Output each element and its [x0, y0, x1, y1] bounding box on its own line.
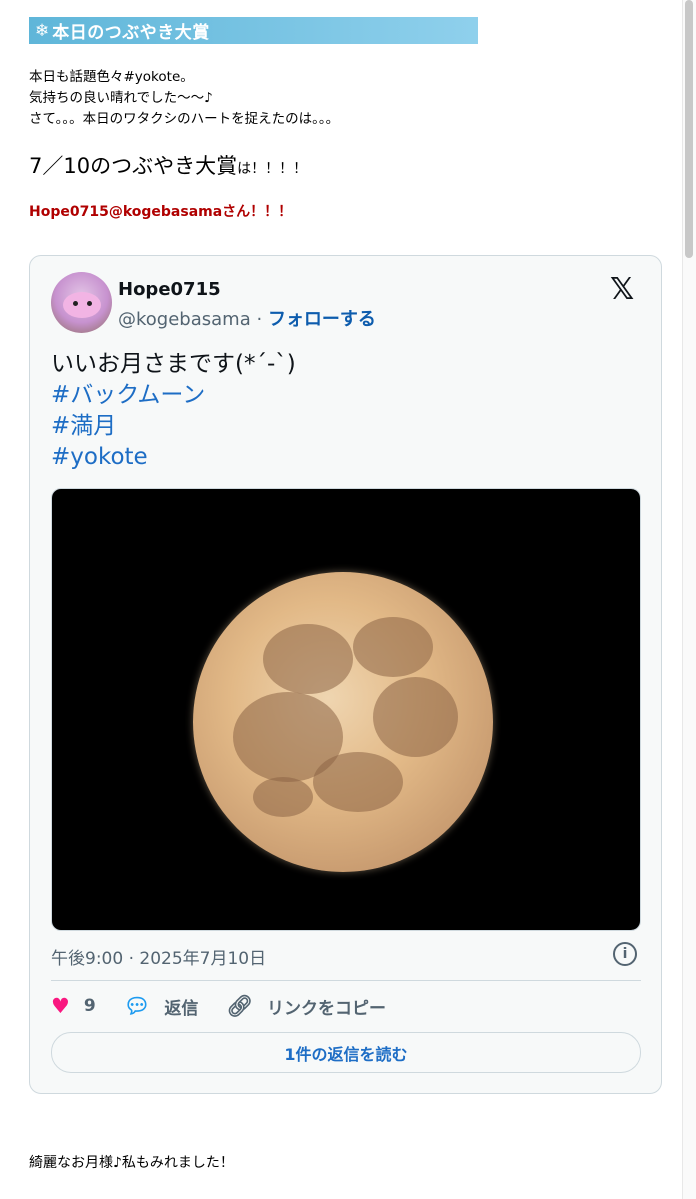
reply-button[interactable]: 💬︎ 返信 [124, 994, 199, 1019]
closing-text: 綺麗なお月様♪私もみれました！ [29, 1155, 234, 1171]
reply-label: 返信 [164, 998, 199, 1019]
tweet-author-name[interactable]: Hope0715 [118, 279, 221, 300]
headline-main: 7／10のつぶやき大賞 [29, 154, 238, 178]
tweet-text: いいお月さまです(*´-`) [51, 351, 296, 377]
separator-dot: · [256, 309, 263, 330]
tweet-actions: ♥ 9 💬︎ 返信 🔗︎ リンクをコピー [51, 992, 414, 1020]
like-button[interactable]: ♥ 9 [51, 994, 96, 1018]
award-headline: 7／10のつぶやき大賞は！！！！ [29, 150, 307, 180]
avatar[interactable] [51, 272, 112, 333]
copy-link-label: リンクをコピー [267, 998, 387, 1019]
snowflake-icon: ❄ [35, 20, 50, 41]
read-replies-button[interactable]: 1件の返信を読む [51, 1032, 641, 1073]
avatar-plush [63, 292, 101, 318]
tweet-author-handle-row: @kogebasama · フォローする [118, 305, 376, 331]
tweet-body: いいお月さまです(*´-`) #バックムーン #満月 #yokote [51, 349, 296, 473]
intro-line: 本日も話題色々#yokote。 [29, 69, 194, 85]
copy-link-button[interactable]: 🔗︎ リンクをコピー [226, 994, 386, 1019]
reply-bubble-icon: 💬︎ [123, 993, 151, 1018]
like-count: 9 [83, 996, 96, 1016]
section-title: 本日のつぶやき大賞 [52, 23, 210, 43]
hashtag-link[interactable]: #yokote [51, 442, 296, 473]
link-icon: 🔗︎ [226, 993, 254, 1018]
intro-text: 本日も話題色々#yokote。 気持ちの良い晴れでした〜〜♪ さて。。。本日のワ… [29, 67, 339, 130]
heart-icon: ♥ [51, 994, 70, 1018]
avatar-eye [87, 301, 92, 306]
tweet-timestamp[interactable]: 午後9:00 · 2025年7月10日 [51, 944, 266, 969]
divider [51, 980, 641, 981]
section-header: ❄ 本日のつぶやき大賞 [29, 17, 478, 44]
info-icon[interactable]: i [613, 942, 637, 966]
scrollbar-thumb[interactable] [685, 0, 693, 258]
full-moon-image [193, 572, 493, 872]
intro-line: 気持ちの良い晴れでした〜〜♪ [29, 90, 213, 106]
headline-suffix: は！！！！ [237, 161, 308, 177]
avatar-eye [73, 301, 78, 306]
tweet-author-handle[interactable]: @kogebasama [118, 309, 251, 330]
winner-text: Hope0715@kogebasamaさん！！！ [29, 204, 293, 220]
x-logo-icon[interactable]: 𝕏 [610, 272, 634, 307]
hashtag-link[interactable]: #満月 [51, 411, 296, 442]
tweet-photo[interactable] [51, 488, 641, 931]
hashtag-link[interactable]: #バックムーン [51, 380, 296, 411]
intro-line: さて。。。本日のワタクシのハートを捉えたのは。。。 [29, 111, 340, 127]
embedded-tweet[interactable]: Hope0715 @kogebasama · フォローする 𝕏 いいお月さまです… [29, 255, 662, 1094]
follow-button[interactable]: フォローする [268, 309, 376, 330]
